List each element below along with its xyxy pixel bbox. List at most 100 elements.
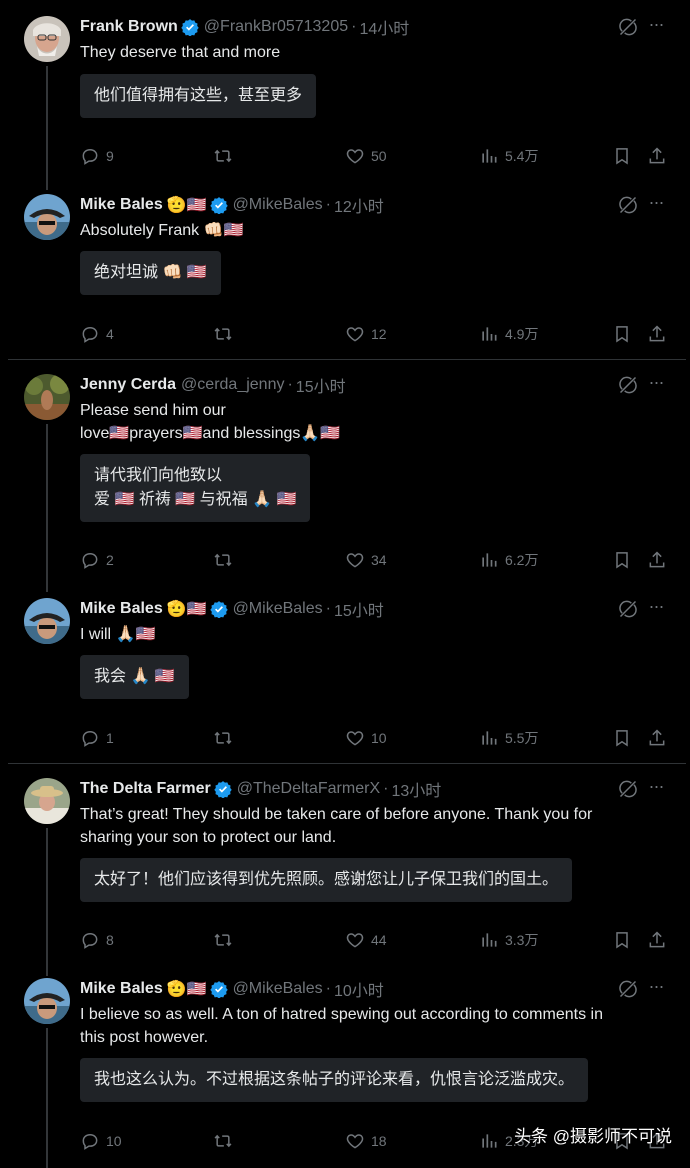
tweet-text-line: love🇺🇸prayers🇺🇸and blessings🙏🏻🇺🇸 bbox=[80, 425, 341, 442]
verified-badge-icon bbox=[210, 196, 228, 214]
share-button[interactable] bbox=[647, 728, 667, 748]
views-button[interactable]: 3.3万 bbox=[479, 930, 538, 950]
reply-tweet-delta-farmer[interactable]: The Delta Farmer @TheDeltaFarmerX · 13小时… bbox=[0, 762, 690, 976]
more-options-icon[interactable]: ··· bbox=[646, 15, 666, 37]
timestamp[interactable]: 12小时 bbox=[334, 193, 384, 217]
reply-button[interactable]: 8 bbox=[80, 930, 114, 950]
reply-tweet-mike-bales[interactable]: Mike Bales 🫡🇺🇸 @MikeBales · 12小时 ··· Abs… bbox=[0, 178, 690, 358]
reply-tweet-frank-brown[interactable]: Frank Brown @FrankBr05713205 · 14小时 ··· … bbox=[0, 0, 690, 190]
more-options-icon[interactable]: ··· bbox=[646, 597, 666, 619]
timestamp[interactable]: 10小时 bbox=[334, 977, 384, 1001]
view-count: 6.2万 bbox=[505, 552, 539, 568]
more-options-icon[interactable]: ··· bbox=[646, 373, 666, 395]
retweet-button[interactable] bbox=[213, 146, 239, 166]
retweet-icon bbox=[213, 1131, 233, 1151]
views-button[interactable]: 6.2万 bbox=[479, 550, 538, 570]
tweet-text: Absolutely Frank 👊🏻🇺🇸 bbox=[80, 222, 244, 239]
verified-badge-icon bbox=[214, 780, 232, 798]
retweet-button[interactable] bbox=[213, 1131, 239, 1151]
author-name[interactable]: Frank Brown bbox=[80, 18, 178, 36]
action-bar: 8 44 3.3万 bbox=[80, 929, 666, 951]
author-name[interactable]: Mike Bales bbox=[80, 196, 163, 214]
timestamp[interactable]: 14小时 bbox=[359, 15, 409, 39]
reply-button[interactable]: 1 bbox=[80, 728, 114, 748]
author-handle[interactable]: @cerda_jenny bbox=[181, 376, 284, 394]
heart-icon bbox=[345, 146, 365, 166]
avatar[interactable] bbox=[24, 598, 70, 644]
share-button[interactable] bbox=[647, 324, 667, 344]
reply-button[interactable]: 4 bbox=[80, 324, 114, 344]
grok-icon[interactable] bbox=[618, 599, 638, 619]
bookmark-button[interactable] bbox=[612, 550, 632, 570]
bookmark-icon bbox=[612, 930, 632, 950]
like-count: 18 bbox=[371, 1133, 387, 1149]
bookmark-button[interactable] bbox=[612, 728, 632, 748]
retweet-button[interactable] bbox=[213, 550, 239, 570]
avatar[interactable] bbox=[24, 374, 70, 420]
like-button[interactable]: 44 bbox=[345, 930, 387, 950]
views-button[interactable]: 5.4万 bbox=[479, 146, 538, 166]
reply-button[interactable]: 10 bbox=[80, 1131, 122, 1151]
like-button[interactable]: 10 bbox=[345, 728, 387, 748]
timestamp[interactable]: 15小时 bbox=[296, 373, 346, 397]
author-handle[interactable]: @FrankBr05713205 bbox=[204, 18, 348, 36]
grok-icon[interactable] bbox=[618, 375, 638, 395]
reply-count: 10 bbox=[106, 1133, 122, 1149]
heart-icon bbox=[345, 1131, 365, 1151]
reply-icon bbox=[80, 146, 100, 166]
reply-button[interactable]: 9 bbox=[80, 146, 114, 166]
translation-line: 爱 🇺🇸 祈祷 🇺🇸 与祝福 🙏🏻 🇺🇸 bbox=[94, 491, 297, 508]
like-button[interactable]: 34 bbox=[345, 550, 387, 570]
bookmark-icon bbox=[612, 728, 632, 748]
avatar[interactable] bbox=[24, 194, 70, 240]
heart-icon bbox=[345, 324, 365, 344]
author-name[interactable]: Jenny Cerda bbox=[80, 376, 176, 394]
author-handle[interactable]: @MikeBales bbox=[233, 600, 323, 618]
share-button[interactable] bbox=[647, 146, 667, 166]
share-icon bbox=[647, 930, 667, 950]
retweet-button[interactable] bbox=[213, 324, 239, 344]
author-handle[interactable]: @MikeBales bbox=[233, 196, 323, 214]
translation-box: 我也这么认为。不过根据这条帖子的评论来看，仇恨言论泛滥成灾。 bbox=[80, 1058, 589, 1102]
grok-icon[interactable] bbox=[618, 195, 638, 215]
grok-icon[interactable] bbox=[618, 979, 638, 999]
reply-tweet-mike-bales[interactable]: Mike Bales 🫡🇺🇸 @MikeBales · 15小时 ··· I w… bbox=[0, 582, 690, 762]
retweet-button[interactable] bbox=[213, 728, 239, 748]
avatar[interactable] bbox=[24, 778, 70, 824]
profile-badges: 🫡🇺🇸 bbox=[166, 197, 207, 214]
author-handle[interactable]: @TheDeltaFarmerX bbox=[237, 780, 380, 798]
author-name[interactable]: The Delta Farmer bbox=[80, 780, 211, 798]
reply-tweet-jenny-cerda[interactable]: Jenny Cerda @cerda_jenny · 15小时 ··· Plea… bbox=[0, 358, 690, 592]
grok-icon[interactable] bbox=[618, 17, 638, 37]
bookmark-button[interactable] bbox=[612, 146, 632, 166]
author-name[interactable]: Mike Bales bbox=[80, 980, 163, 998]
verified-badge-icon bbox=[210, 980, 228, 998]
author-name[interactable]: Mike Bales bbox=[80, 600, 163, 618]
view-count: 4.9万 bbox=[505, 326, 539, 342]
share-button[interactable] bbox=[647, 550, 667, 570]
author-handle[interactable]: @MikeBales bbox=[233, 980, 323, 998]
more-options-icon[interactable]: ··· bbox=[646, 193, 666, 215]
like-count: 34 bbox=[371, 552, 387, 568]
like-button[interactable]: 50 bbox=[345, 146, 387, 166]
views-button[interactable]: 5.5万 bbox=[479, 728, 538, 748]
separator-dot: · bbox=[325, 600, 331, 617]
heart-icon bbox=[345, 728, 365, 748]
avatar[interactable] bbox=[24, 16, 70, 62]
more-options-icon[interactable]: ··· bbox=[646, 977, 666, 999]
bookmark-button[interactable] bbox=[612, 324, 632, 344]
timestamp[interactable]: 15小时 bbox=[334, 597, 384, 621]
grok-icon[interactable] bbox=[618, 779, 638, 799]
reply-button[interactable]: 2 bbox=[80, 550, 114, 570]
like-button[interactable]: 18 bbox=[345, 1131, 387, 1151]
like-button[interactable]: 12 bbox=[345, 324, 387, 344]
timestamp[interactable]: 13小时 bbox=[391, 777, 441, 801]
views-button[interactable]: 4.9万 bbox=[479, 324, 538, 344]
share-button[interactable] bbox=[647, 930, 667, 950]
more-options-icon[interactable]: ··· bbox=[646, 777, 666, 799]
bookmark-button[interactable] bbox=[612, 930, 632, 950]
views-icon bbox=[479, 324, 499, 344]
avatar[interactable] bbox=[24, 978, 70, 1024]
retweet-button[interactable] bbox=[213, 930, 239, 950]
reply-icon bbox=[80, 550, 100, 570]
